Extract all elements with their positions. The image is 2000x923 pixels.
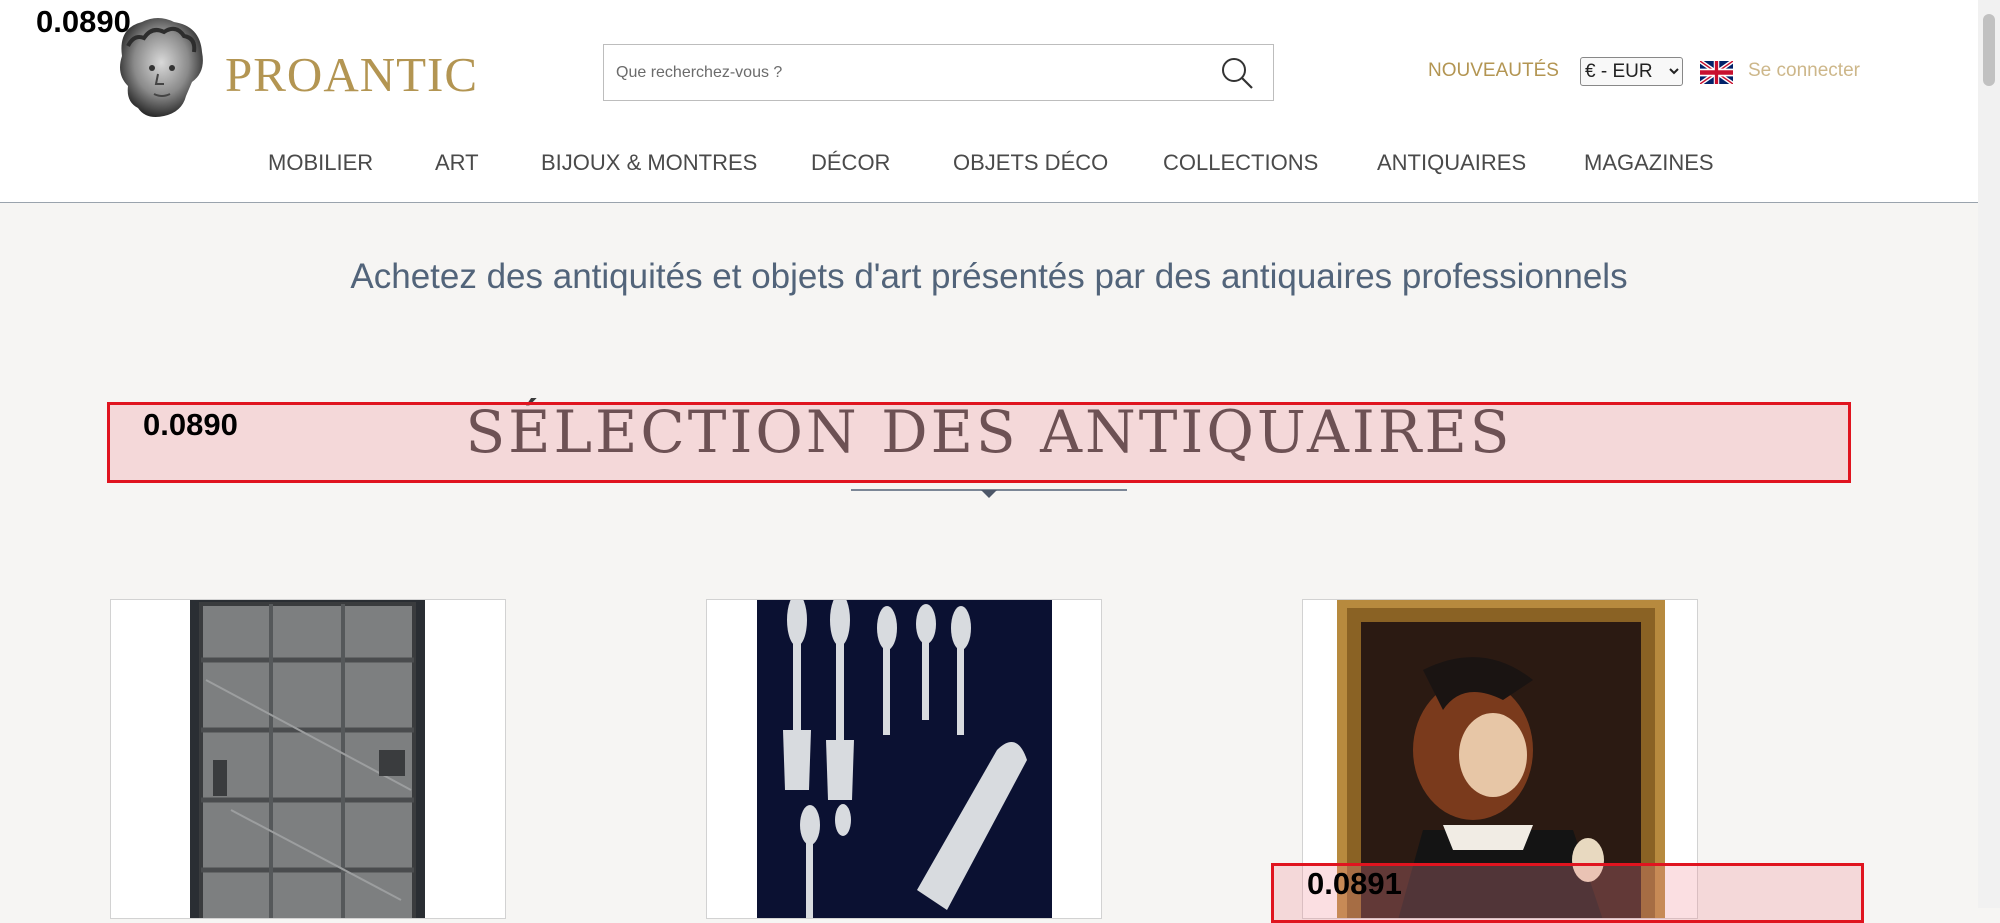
nav-item-objets-deco[interactable]: OBJETS DÉCO <box>953 150 1108 176</box>
nav-item-decor[interactable]: DÉCOR <box>811 150 890 176</box>
logo-text[interactable]: PROANTIC <box>225 46 478 103</box>
nav-item-mobilier[interactable]: MOBILIER <box>268 150 373 176</box>
search-input[interactable] <box>604 45 1218 100</box>
search-icon[interactable] <box>1219 55 1255 91</box>
tagline: Achetez des antiquités et objets d'art p… <box>350 257 1628 296</box>
iron-studded-door-image[interactable] <box>111 600 506 919</box>
silver-cutlery-set-image[interactable] <box>707 600 1102 919</box>
page-scrollbar[interactable] <box>1978 0 2000 908</box>
main-nav: MOBILIER ART BIJOUX & MONTRES DÉCOR OBJE… <box>0 146 1978 182</box>
product-card-door[interactable] <box>110 599 506 919</box>
nav-item-bijoux-montres[interactable]: BIJOUX & MONTRES <box>541 150 757 176</box>
overlay-score-label: 0.0890 <box>36 4 131 39</box>
site-header: PROANTIC NOUVEAUTÉS € - EUR Se connecter… <box>0 0 1978 203</box>
caret-down-icon <box>981 490 997 498</box>
scrollbar-thumb[interactable] <box>1983 14 1995 86</box>
nav-item-antiquaires[interactable]: ANTIQUAIRES <box>1377 150 1526 176</box>
uk-flag-icon[interactable] <box>1700 61 1733 84</box>
nav-item-art[interactable]: ART <box>435 150 479 176</box>
overlay-score-label: 0.0890 <box>143 407 238 442</box>
search-box <box>603 44 1274 101</box>
nouveautes-link[interactable]: NOUVEAUTÉS <box>1428 60 1559 82</box>
overlay-score-label: 0.0891 <box>1307 866 1402 901</box>
currency-select[interactable]: € - EUR <box>1580 57 1683 86</box>
nav-item-collections[interactable]: COLLECTIONS <box>1163 150 1318 176</box>
nav-item-magazines[interactable]: MAGAZINES <box>1584 150 1714 176</box>
detection-overlay-box <box>107 402 1851 483</box>
login-link[interactable]: Se connecter <box>1748 60 1860 82</box>
product-card-cutlery[interactable] <box>706 599 1102 919</box>
